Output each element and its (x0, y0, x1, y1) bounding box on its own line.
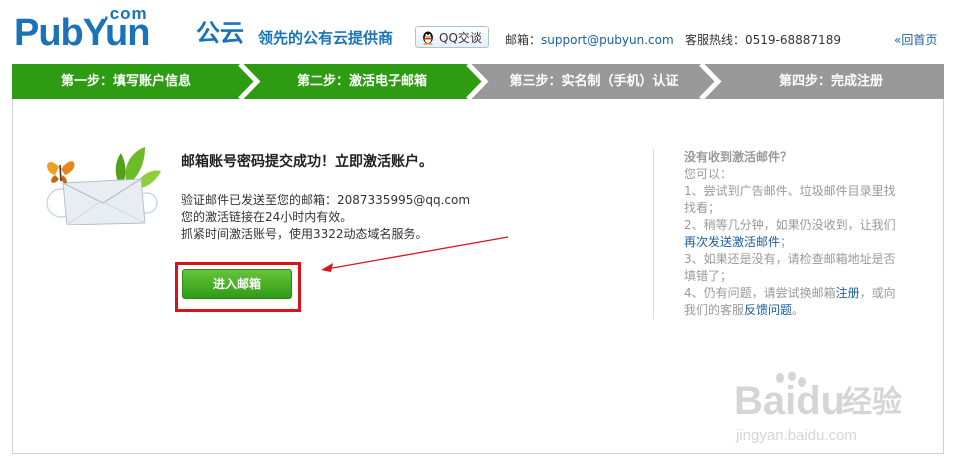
register-link[interactable]: 注册 (836, 286, 860, 300)
success-title: 邮箱账号密码提交成功！立即激活账户。 (181, 154, 433, 170)
vertical-divider (653, 149, 654, 319)
phone-value: 0519-68887189 (745, 33, 841, 47)
watermark-url: jingyan.baidu.com (735, 427, 857, 444)
email-label: 邮箱： (505, 33, 542, 47)
contact-email: 邮箱：support@pubyun.com (505, 31, 674, 48)
step-3-label: 第三步：实名制（手机）认证 (509, 74, 679, 89)
phone-label: 客服热线： (685, 33, 746, 47)
qq-penguin-icon (423, 31, 433, 45)
slogan: 领先的公有云提供商 (258, 29, 394, 47)
resend-activation-link[interactable]: 再次发送激活邮件 (684, 235, 780, 249)
pubyun-logo[interactable]: .com PubYun 公云 (14, 4, 246, 54)
logo-main-text: PubYun (14, 12, 150, 54)
contact-phone: 客服热线：0519-68887189 (685, 31, 841, 48)
envelope-butterfly-icon (46, 147, 161, 225)
sent-to-email-text: 验证邮件已发送至您的邮箱：2087335995@qq.com (181, 193, 471, 207)
help-section: 没有收到激活邮件？ 您可以： 1、尝试到广告邮件、垃圾邮件目录里找找看； 2、稍… (684, 149, 899, 319)
help-tip-1: 1、尝试到广告邮件、垃圾邮件目录里找找看； (684, 184, 896, 215)
help-tip-4: 4、仍有问题，请尝试换邮箱注册，或向我们的客服反馈问题。 (684, 285, 899, 319)
help-tip-2: 2、稍等几分钟，如果仍没收到，让我们再次发送激活邮件； (684, 217, 899, 251)
registration-steps: 第一步：填写账户信息 第二步：激活电子邮箱 第三步：实名制（手机）认证 第四步：… (12, 64, 944, 99)
logo-cn-text: 公云 (196, 19, 244, 47)
step-2-label: 第二步：激活电子邮箱 (296, 74, 427, 89)
help-tip-4-end: 。 (792, 303, 805, 317)
watermark-brand-cn: 经验 (842, 385, 902, 420)
butterfly-decoration (47, 161, 75, 184)
qq-chat-button[interactable]: QQ交谈 (415, 26, 489, 48)
qq-chat-label: QQ交谈 (439, 30, 482, 45)
help-tip-3: 3、如果还是没有，请检查邮箱地址是否填错了； (684, 252, 896, 283)
email-value[interactable]: support@pubyun.com (541, 33, 674, 47)
enter-mailbox-button[interactable]: 进入邮箱 (182, 269, 292, 299)
help-title: 没有收到激活邮件？ (684, 150, 793, 164)
link-validity-text: 您的激活链接在24小时内有效。 (181, 210, 353, 224)
help-intro: 您可以： (684, 167, 733, 181)
step-4-label: 第四步：完成注册 (778, 74, 883, 89)
help-tip-4-text: 4、仍有问题，请尝试换邮箱 (684, 286, 836, 300)
help-tip-2-text: 2、稍等几分钟，如果仍没收到，让我们 (684, 218, 896, 232)
baidu-jingyan-watermark: Baidu 经验 jingyan.baidu.com (734, 372, 902, 444)
feedback-link[interactable]: 反馈问题 (744, 303, 792, 317)
step-1-label: 第一步：填写账户信息 (60, 74, 191, 89)
watermark-brand: Baidu (734, 379, 845, 423)
help-tip-2-end: ； (780, 235, 793, 249)
back-home-link[interactable]: «回首页 (894, 31, 937, 48)
red-arrow-annotation (321, 236, 509, 272)
header: .com PubYun 公云 领先的公有云提供商 QQ交谈 邮箱：support… (0, 0, 955, 58)
